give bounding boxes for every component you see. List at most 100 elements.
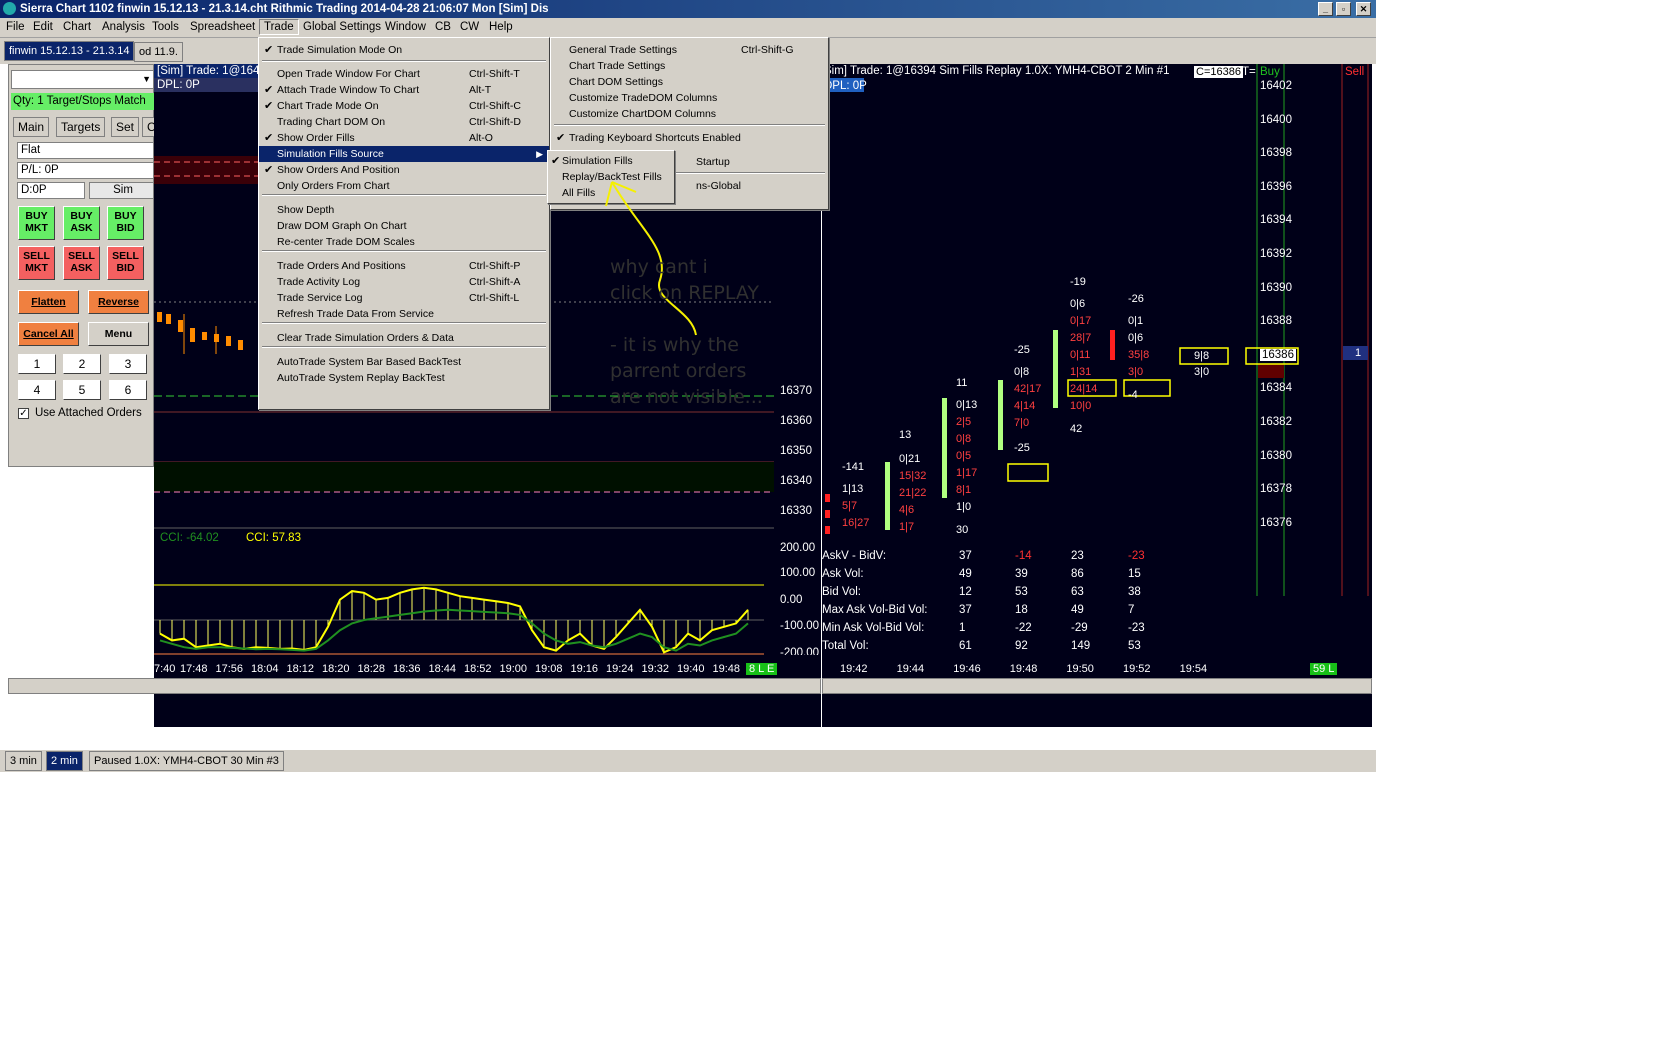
window-title: Sierra Chart 1102 finwin 15.12.13 - 21.3… [20, 3, 549, 15]
trade-menu-item-9[interactable]: Show Depth [259, 202, 549, 218]
footprint-cell: 3|0 [1128, 366, 1144, 378]
trade-menu-item-2[interactable]: ✔ Attach Trade Window To Chart Alt-T [259, 82, 549, 98]
tab-second[interactable]: od 11.9. [134, 42, 183, 62]
trade-menu-item-13[interactable]: Trade Activity Log Ctrl-Shift-A [259, 274, 549, 290]
trade-menu-item-label: Trade Service Log [277, 292, 363, 304]
volume-bar [885, 508, 890, 530]
qty-button-3[interactable]: 3 [109, 354, 147, 374]
menu-cb[interactable]: CB [435, 21, 451, 33]
menu-button[interactable]: Menu [88, 322, 149, 346]
qty-button-5[interactable]: 5 [63, 380, 101, 400]
buy-ask-button[interactable]: BUY ASK [63, 206, 100, 240]
trade-menu-item-17[interactable]: AutoTrade System Bar Based BackTest [259, 354, 549, 370]
menu-trade[interactable]: Trade [259, 19, 299, 35]
chart2-scrollbar[interactable] [822, 678, 1372, 694]
sell-market-button[interactable]: SELL MKT [18, 246, 55, 280]
trade-menu-item-label: Trade Simulation Mode On [277, 44, 403, 56]
maximize-button[interactable]: ▫ [1336, 2, 1351, 16]
trade-menu-item-15[interactable]: Refresh Trade Data From Service [259, 306, 549, 322]
settings-menu-item-2[interactable]: Chart DOM Settings [551, 74, 828, 90]
trade-menu-item-18[interactable]: AutoTrade System Replay BackTest [259, 370, 549, 386]
trade-menu-item-12[interactable]: Trade Orders And Positions Ctrl-Shift-P [259, 258, 549, 274]
tab-chartbook[interactable]: finwin 15.12.13 - 21.3.14 [4, 41, 135, 61]
footprint-cell: 1|0 [956, 501, 972, 513]
cci-scale-0: 0.00 [780, 594, 803, 606]
trade-menu-item-label: Only Orders From Chart [277, 180, 390, 192]
trade-menu-item-5[interactable]: ✔ Show Order Fills Alt-O [259, 130, 549, 146]
settings-menu-item-label: Chart DOM Settings [569, 76, 663, 88]
trade-menu-item-16[interactable]: Clear Trade Simulation Orders & Data [259, 330, 549, 346]
cci-scale-100: 100.00 [780, 567, 816, 579]
tab-set[interactable]: Set [111, 117, 140, 137]
use-attached-checkbox[interactable]: ✓ [18, 408, 29, 419]
buy-bid-button[interactable]: BUY BID [107, 206, 144, 240]
footprint-cell: 16|27 [842, 517, 870, 529]
tab-3min[interactable]: 3 min [5, 751, 42, 771]
trade-menu-item-1[interactable]: Open Trade Window For Chart Ctrl-Shift-T [259, 66, 549, 82]
menu-analysis[interactable]: Analysis [102, 21, 145, 33]
footprint-cell: 13 [899, 429, 912, 441]
menu-global-settings[interactable]: Global Settings [303, 21, 381, 33]
footprint-cell: 3|0 [1194, 366, 1210, 378]
trade-menu-item-4[interactable]: Trading Chart DOM On Ctrl-Shift-D [259, 114, 549, 130]
trade-menu-item-7[interactable]: ✔ Show Orders And Position [259, 162, 549, 178]
qty-button-4[interactable]: 4 [18, 380, 56, 400]
trade-menu-item-0[interactable]: ✔ Trade Simulation Mode On [259, 42, 549, 58]
trade-menu-item-11[interactable]: Re-center Trade DOM Scales [259, 234, 549, 250]
stat-value: 12 [959, 586, 972, 598]
qty-button-6[interactable]: 6 [109, 380, 147, 400]
trade-menu-item-label: AutoTrade System Bar Based BackTest [277, 356, 462, 368]
menu-chart[interactable]: Chart [63, 21, 91, 33]
sell-ask-button[interactable]: SELL ASK [63, 246, 100, 280]
tab-targets[interactable]: Targets [56, 117, 106, 137]
sell-bid-button[interactable]: SELL BID [107, 246, 144, 280]
reverse-button[interactable]: Reverse [88, 290, 149, 314]
settings-menu-item-1[interactable]: Chart Trade Settings [551, 58, 828, 74]
symbol-dropdown[interactable]: ▼ [11, 70, 154, 89]
trade-menu-item-14[interactable]: Trade Service Log Ctrl-Shift-L [259, 290, 549, 306]
settings-menu-item-3[interactable]: Customize TradeDOM Columns [551, 90, 828, 106]
menu-cw[interactable]: CW [460, 21, 479, 33]
trade-menu-item-label: Open Trade Window For Chart [277, 68, 420, 80]
stat-value: 38 [1128, 586, 1141, 598]
footprint-cell: 10|0 [1070, 400, 1092, 412]
menu-tools[interactable]: Tools [152, 21, 179, 33]
qty-button-2[interactable]: 2 [63, 354, 101, 374]
close-button[interactable]: ✕ [1356, 2, 1371, 16]
tab-main[interactable]: Main [13, 117, 50, 137]
trade-menu-item-label: Clear Trade Simulation Orders & Data [277, 332, 454, 344]
menu-spreadsheet[interactable]: Spreadsheet [190, 21, 255, 33]
menu-file[interactable]: File [6, 21, 25, 33]
trade-menu-item-3[interactable]: ✔ Chart Trade Mode On Ctrl-Shift-C [259, 98, 549, 114]
buy-market-button[interactable]: BUY MKT [18, 206, 55, 240]
check-icon: ✔ [264, 132, 274, 144]
chart1-scrollbar[interactable] [8, 678, 821, 694]
price-level: 16388 [1260, 315, 1292, 328]
stat-value: 1 [959, 622, 966, 634]
volume-bar [1053, 330, 1058, 390]
price-level: 16384 [1260, 382, 1292, 395]
settings-menu-item-4[interactable]: Customize ChartDOM Columns [551, 106, 828, 122]
flatten-button[interactable]: Flatten [18, 290, 79, 314]
settings-menu-item-5[interactable]: ✔ Trading Keyboard Shortcuts Enabled [551, 130, 828, 146]
fills-menu-item-0[interactable]: ✔ Simulation Fills [548, 153, 674, 169]
use-attached-label: Use Attached Orders [35, 407, 142, 419]
trade-menu-item-8[interactable]: Only Orders From Chart [259, 178, 549, 194]
trade-menu-item-6[interactable]: Simulation Fills Source ▶ [259, 146, 549, 162]
volume-bar [825, 526, 830, 534]
time-label: 19:48 [712, 663, 741, 675]
qty-button-1[interactable]: 1 [18, 354, 56, 374]
tab-2min[interactable]: 2 min [46, 751, 83, 771]
menu-window[interactable]: Window [385, 21, 426, 33]
time-label: 19:54 [1179, 663, 1208, 675]
sim-mode-field: Sim [89, 182, 154, 199]
menu-help[interactable]: Help [489, 21, 513, 33]
menu-edit[interactable]: Edit [33, 21, 53, 33]
cancel-all-button[interactable]: Cancel All [18, 322, 79, 346]
chart-right[interactable]: Sim] Trade: 1@16394 Sim Fills Replay 1.0… [822, 64, 1372, 727]
qty-label[interactable]: Qty: 1 Target/Stops Match [11, 93, 154, 110]
settings-menu-item-0[interactable]: General Trade Settings Ctrl-Shift-G [551, 42, 828, 58]
stat-value: 86 [1071, 568, 1084, 580]
trade-menu-item-10[interactable]: Draw DOM Graph On Chart [259, 218, 549, 234]
minimize-button[interactable]: _ [1318, 2, 1333, 16]
